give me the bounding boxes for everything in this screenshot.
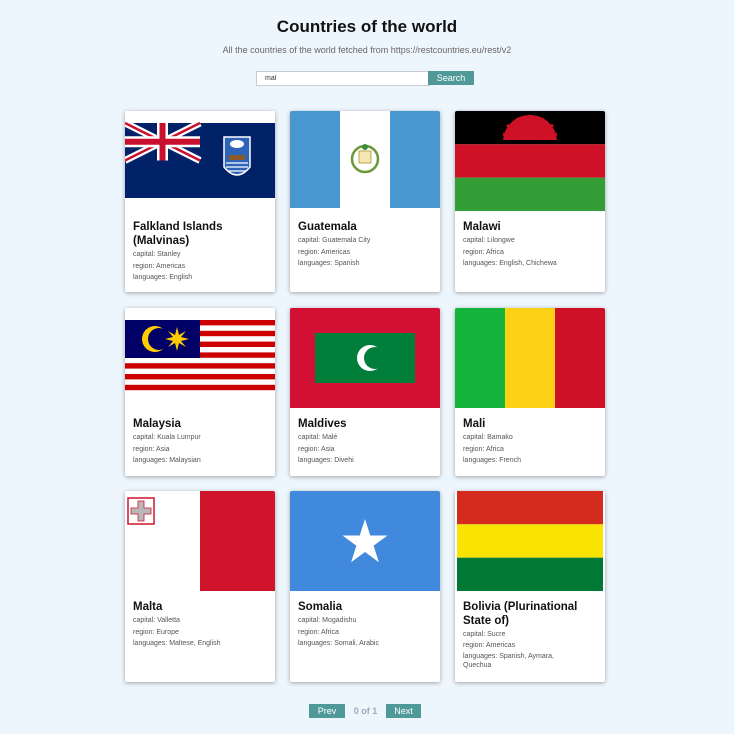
mali-flag xyxy=(455,308,605,408)
country-name: Somalia xyxy=(298,601,343,613)
country-card[interactable]: Guatemala capital: Guatemala City region… xyxy=(290,111,440,292)
country-name: Malawi xyxy=(463,221,501,233)
country-name: Falkland Islands (Malvinas) xyxy=(133,221,223,247)
country-capital: capital: Valletta xyxy=(133,617,180,624)
country-languages: languages: English, Chichewa xyxy=(463,260,557,267)
country-capital: capital: Sucre xyxy=(463,631,506,638)
country-capital: capital: Mogadishu xyxy=(298,617,357,624)
country-languages: languages: Spanish, Aymara, Quechua xyxy=(463,653,554,669)
bolivia-flag xyxy=(455,491,605,591)
country-languages: languages: Somali, Arabic xyxy=(298,640,379,647)
page-indicator: 0 of 1 xyxy=(353,706,378,716)
malta-flag xyxy=(125,491,275,591)
country-region: region: Africa xyxy=(463,249,504,256)
country-region: region: Americas xyxy=(133,263,186,270)
country-capital: capital: Kuala Lumpur xyxy=(133,434,201,441)
guatemala-flag xyxy=(290,111,440,208)
prev-page-button[interactable]: Prev xyxy=(309,704,345,718)
country-languages: languages: Divehi xyxy=(298,457,354,464)
country-name: Bolivia (Plurinational State of) xyxy=(463,601,578,627)
country-card[interactable]: Bolivia (Plurinational State of) capital… xyxy=(455,491,605,682)
country-languages: languages: Spanish xyxy=(298,260,360,267)
country-name: Malaysia xyxy=(133,418,181,430)
next-page-button[interactable]: Next xyxy=(386,704,421,718)
malawi-flag xyxy=(455,111,605,211)
country-languages: languages: Maltese, English xyxy=(133,640,221,647)
search-button[interactable]: Search xyxy=(428,71,474,85)
country-languages: languages: English xyxy=(133,274,193,281)
country-capital: capital: Lilongwe xyxy=(463,237,515,244)
country-name: Mali xyxy=(463,418,486,430)
maldives-flag xyxy=(290,308,440,408)
country-card[interactable]: Falkland Islands (Malvinas) capital: Sta… xyxy=(125,111,275,292)
country-languages: languages: French xyxy=(463,457,521,464)
country-capital: capital: Bamako xyxy=(463,434,513,441)
country-card[interactable]: Maldives capital: Malé region: Asia lang… xyxy=(290,308,440,476)
malaysia-flag xyxy=(125,308,275,408)
search-input[interactable] xyxy=(256,71,430,86)
country-card[interactable]: Malawi capital: Lilongwe region: Africa … xyxy=(455,111,605,292)
country-capital: capital: Guatemala City xyxy=(298,237,371,244)
country-region: region: Africa xyxy=(463,446,504,453)
country-region: region: Europe xyxy=(133,629,179,636)
country-capital: capital: Stanley xyxy=(133,251,181,258)
page-title: Countries of the world xyxy=(276,17,458,36)
country-region: region: Americas xyxy=(298,249,351,256)
country-card[interactable]: Malaysia capital: Kuala Lumpur region: A… xyxy=(125,308,275,476)
country-region: region: Asia xyxy=(298,446,335,453)
country-card[interactable]: Mali capital: Bamako region: Africa lang… xyxy=(455,308,605,476)
country-card[interactable]: Somalia capital: Mogadishu region: Afric… xyxy=(290,491,440,682)
country-region: region: Africa xyxy=(298,629,339,636)
country-region: region: Asia xyxy=(133,446,170,453)
country-capital: capital: Malé xyxy=(298,434,338,441)
country-name: Maldives xyxy=(298,418,347,430)
country-card[interactable]: Malta capital: Valletta region: Europe l… xyxy=(125,491,275,682)
falkland-islands-flag xyxy=(125,111,275,211)
country-name: Malta xyxy=(133,601,163,613)
somalia-flag xyxy=(290,491,440,591)
country-languages: languages: Malaysian xyxy=(133,457,201,464)
country-region: region: Americas xyxy=(463,642,516,649)
page-subtitle: All the countries of the world fetched f… xyxy=(222,45,512,55)
country-name: Guatemala xyxy=(298,221,357,233)
